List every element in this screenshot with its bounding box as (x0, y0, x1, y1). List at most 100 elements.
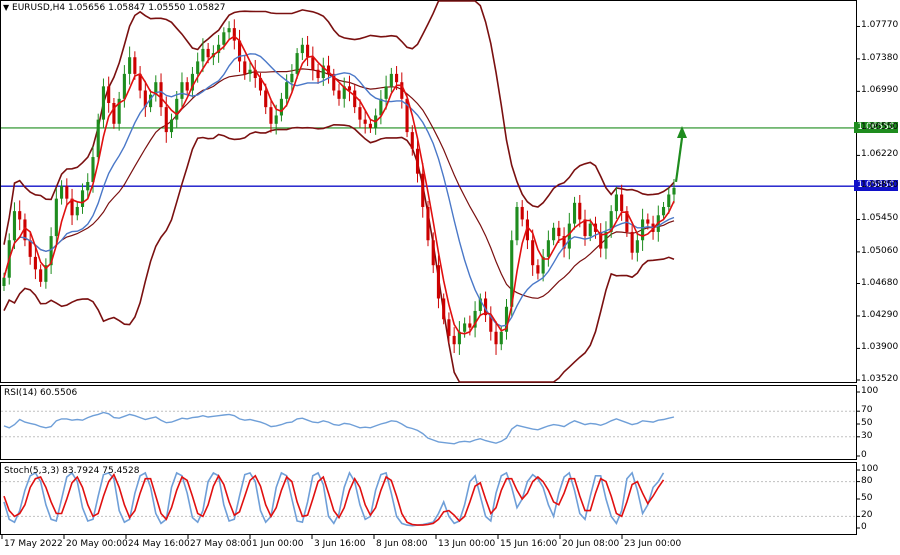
candle-body (389, 73, 393, 87)
candle-body (311, 57, 315, 70)
candle-body (54, 198, 58, 237)
candle (515, 201, 519, 246)
candle-body (12, 211, 17, 241)
candle-body (274, 115, 278, 124)
time-axis-label: 20 May 00:00 (66, 539, 128, 549)
candle-body (515, 206, 519, 241)
candle-body (442, 298, 446, 320)
candle-body (96, 119, 100, 158)
price-axis-label: 1.05060 (861, 245, 899, 256)
candle-body (295, 53, 299, 74)
candle-body (180, 82, 184, 99)
rsi-axis-label: 50 (861, 418, 873, 428)
candle-body (499, 331, 503, 345)
price-axis-label: 1.06550 (861, 121, 899, 132)
candle-body (33, 256, 37, 270)
price-axis-label: 1.05450 (861, 213, 899, 224)
candle-body (133, 57, 137, 74)
candle-body (18, 211, 22, 220)
candle-body (300, 44, 304, 54)
rsi-axis-label: 0 (861, 450, 867, 460)
candle-body (232, 28, 236, 41)
candle-body (107, 86, 111, 103)
candle-body (447, 319, 451, 336)
candle-body (185, 82, 189, 91)
candle-body (421, 173, 425, 207)
candle-body (264, 90, 268, 108)
stoch-axis-label: 100 (861, 464, 879, 474)
candle-body (227, 28, 231, 33)
candle-body (196, 61, 200, 74)
candle-body (39, 269, 43, 282)
time-axis-label: 23 Jun 00:00 (624, 539, 682, 549)
candle-body (641, 219, 645, 241)
symbol-header: ▼ EURUSD,H4 1.05656 1.05847 1.05550 1.05… (3, 3, 225, 13)
time-axis-label: 8 Jun 08:00 (376, 539, 428, 549)
candle-body (468, 323, 472, 328)
time-axis-label: 15 Jun 16:00 (500, 539, 558, 549)
candle-body (567, 223, 571, 249)
candle-body (201, 48, 205, 62)
candle-body (552, 227, 556, 241)
price-axis-label: 1.04680 (861, 277, 899, 288)
candle-body (578, 202, 582, 220)
candle-body (452, 335, 456, 345)
stoch-axis-label: 0 (861, 522, 867, 532)
candle-body (546, 240, 550, 257)
candle-body (384, 86, 388, 99)
candle-body (243, 61, 247, 74)
rsi-panel-frame (0, 385, 857, 460)
candle-body (572, 202, 577, 224)
candle-body (661, 206, 666, 216)
price-axis-label: 1.03520 (861, 374, 899, 384)
candle-body (269, 107, 273, 124)
candle-body (279, 98, 283, 116)
candle-body (316, 69, 320, 79)
candle-body (169, 119, 174, 133)
symbol-label: EURUSD,H4 (12, 3, 66, 13)
candle-body (415, 148, 420, 174)
time-axis-label: 13 Jun 00:00 (438, 539, 496, 549)
candle-body (285, 82, 289, 99)
candle-body (672, 187, 676, 195)
candle-body (436, 265, 441, 299)
candle-body (368, 123, 372, 128)
time-axis-label: 27 May 08:00 (190, 539, 252, 549)
time-axis-label: 3 Jun 16:00 (314, 539, 366, 549)
candle-body (463, 323, 467, 332)
candle-body (337, 90, 341, 99)
candle-body (363, 119, 367, 124)
candle-body (128, 57, 132, 74)
candle (426, 201, 430, 247)
price-axis-label: 1.06220 (861, 149, 899, 160)
candle-body (306, 44, 310, 58)
price-axis-label: 1.06990 (861, 85, 899, 96)
stoch-axis-label: 50 (861, 493, 873, 503)
candle-body (620, 194, 624, 212)
candle-body (494, 331, 498, 345)
candle-body (431, 240, 435, 266)
triangle-down-icon[interactable]: ▼ (3, 3, 9, 12)
candle-body (410, 132, 414, 149)
time-axis-label: 1 Jun 00:00 (252, 539, 304, 549)
candle-body (164, 107, 168, 133)
candle-body (122, 73, 126, 99)
rsi-label: RSI(14) 60.5506 (4, 388, 78, 398)
stoch-axis-label: 80 (861, 475, 873, 486)
price-axis-label: 1.05850 (861, 180, 899, 191)
candle-body (426, 206, 430, 241)
candle-body (290, 73, 294, 83)
price-axis-label: 1.07770 (861, 20, 899, 31)
candle-body (531, 240, 535, 266)
candle-body (28, 240, 32, 257)
rsi-axis-label: 100 (861, 386, 879, 396)
candle-body (667, 194, 671, 207)
price-axis-label: 1.03900 (861, 342, 899, 353)
candle-body (159, 82, 163, 108)
time-axis-label: 20 Jun 08:00 (562, 539, 620, 549)
candle-body (520, 206, 524, 220)
stoch-label: Stoch(5,3,3) 83.7924 75.4528 (4, 466, 140, 476)
ohlc-label: 1.05656 1.05847 1.05550 1.05827 (68, 3, 226, 13)
time-axis-label: 17 May 2022 (4, 539, 63, 549)
candle-body (635, 240, 639, 253)
